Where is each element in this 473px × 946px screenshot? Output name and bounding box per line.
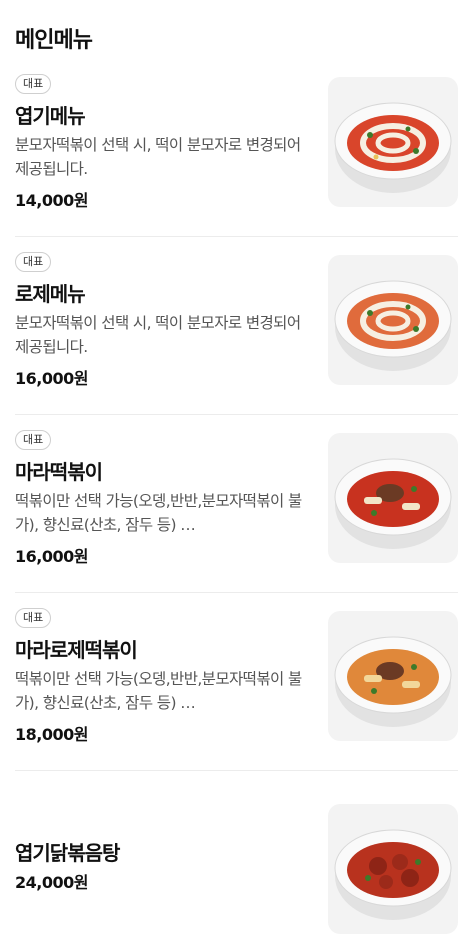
signature-badge: 대표 bbox=[15, 430, 52, 450]
item-name: 마라떡볶이 bbox=[15, 460, 103, 484]
rose-tteokbokki-bowl-icon bbox=[334, 280, 452, 371]
signature-badge: 대표 bbox=[15, 252, 52, 272]
item-image[interactable] bbox=[328, 611, 458, 741]
item-price: 24,000원 bbox=[15, 873, 88, 892]
menu-item[interactable]: 대표 마라떡볶이 떡볶이만 선택 가능(오뎅,반반,분모자떡볶이 불가), 향신… bbox=[15, 415, 458, 593]
signature-badge: 대표 bbox=[15, 608, 52, 628]
item-price: 18,000원 bbox=[15, 725, 88, 744]
item-price: 16,000원 bbox=[15, 369, 88, 388]
mala-rose-tteokbokki-bowl-icon bbox=[334, 636, 452, 727]
menu-item[interactable]: 대표 마라로제떡볶이 떡볶이만 선택 가능(오뎅,반반,분모자떡볶이 불가), … bbox=[15, 593, 458, 771]
menu-item[interactable]: 대표 엽기메뉴 분모자떡볶이 선택 시, 떡이 분모자로 변경되어 제공됩니다.… bbox=[15, 59, 458, 237]
tteokbokki-bowl-icon bbox=[334, 102, 452, 193]
item-description: 떡볶이만 선택 가능(오뎅,반반,분모자떡볶이 불가), 향신료(산초, 잠두 … bbox=[15, 492, 302, 534]
signature-badge: 대표 bbox=[15, 74, 52, 94]
section-title: 메인메뉴 bbox=[15, 28, 93, 53]
menu-item[interactable]: 엽기닭볶음탕 24,000원 bbox=[15, 771, 458, 946]
item-image[interactable] bbox=[328, 255, 458, 385]
item-name: 마라로제떡볶이 bbox=[15, 638, 138, 662]
braised-chicken-bowl-icon bbox=[334, 829, 452, 920]
item-description: 떡볶이만 선택 가능(오뎅,반반,분모자떡볶이 불가), 향신료(산초, 잠두 … bbox=[15, 670, 302, 712]
menu-item[interactable]: 대표 로제메뉴 분모자떡볶이 선택 시, 떡이 분모자로 변경되어 제공됩니다.… bbox=[15, 237, 458, 415]
mala-tteokbokki-bowl-icon bbox=[334, 458, 452, 549]
menu-list: 대표 엽기메뉴 분모자떡볶이 선택 시, 떡이 분모자로 변경되어 제공됩니다.… bbox=[0, 59, 473, 946]
item-name: 엽기메뉴 bbox=[15, 104, 86, 128]
item-price: 16,000원 bbox=[15, 547, 88, 566]
item-name: 엽기닭볶음탕 bbox=[15, 841, 120, 865]
item-image[interactable] bbox=[328, 433, 458, 563]
item-description: 분모자떡볶이 선택 시, 떡이 분모자로 변경되어 제공됩니다. bbox=[15, 314, 301, 356]
item-description: 분모자떡볶이 선택 시, 떡이 분모자로 변경되어 제공됩니다. bbox=[15, 136, 301, 178]
item-image[interactable] bbox=[328, 804, 458, 934]
item-price: 14,000원 bbox=[15, 191, 88, 210]
menu-page: 메인메뉴 대표 엽기메뉴 분모자떡볶이 선택 시, 떡이 분모자로 변경되어 제… bbox=[0, 0, 473, 943]
item-name: 로제메뉴 bbox=[15, 282, 86, 306]
item-image[interactable] bbox=[328, 77, 458, 207]
